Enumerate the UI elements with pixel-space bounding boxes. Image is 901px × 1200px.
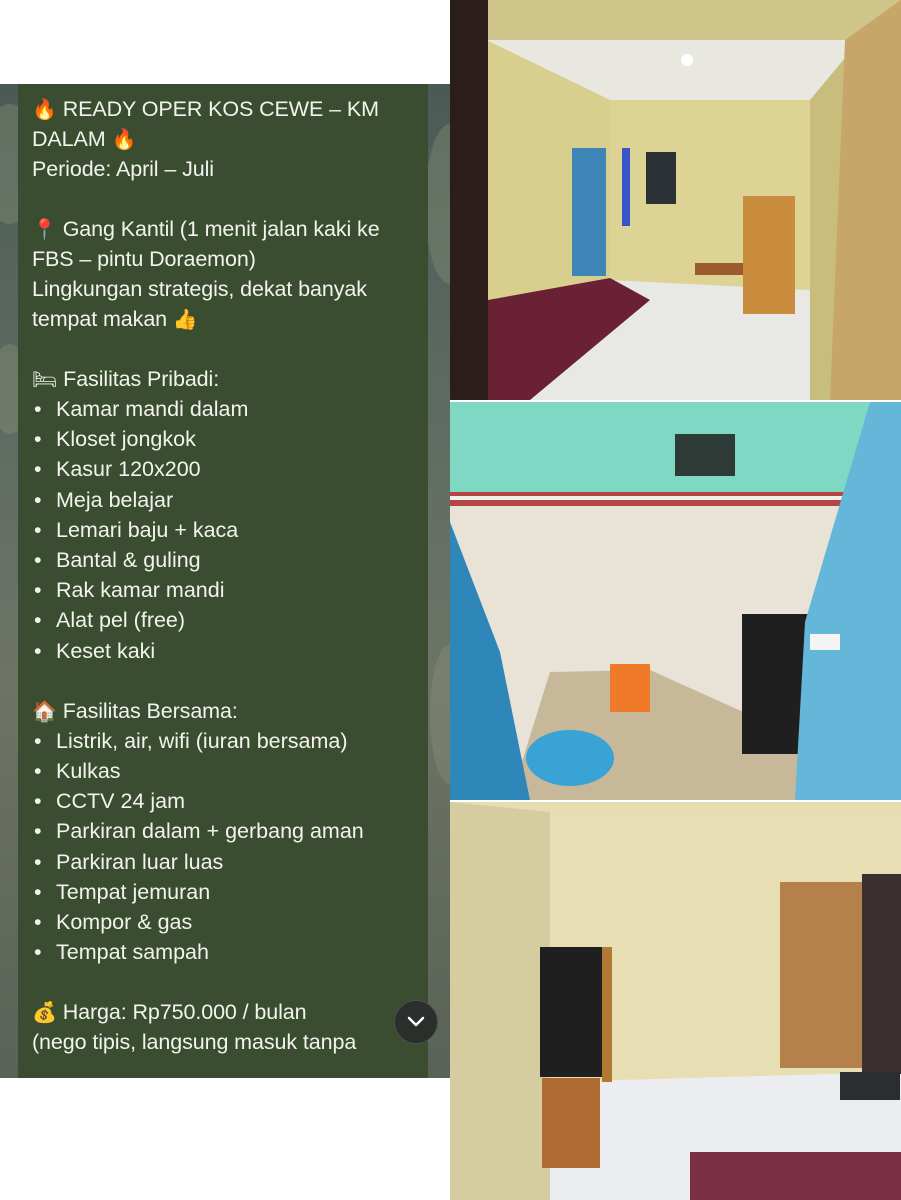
shared-facility-item: • CCTV 24 jam (32, 786, 414, 816)
shared-facilities-list: • Listrik, air, wifi (iuran bersama) • Kulk… (32, 726, 414, 968)
bullet: • (34, 910, 42, 935)
period-text: Periode: April – Juli (32, 157, 214, 181)
shared-facilities-heading: 🏠 Fasilitas Bersama: (32, 698, 238, 723)
shared-facility-item: • Parkiran luar luas (32, 847, 414, 877)
bullet: • (34, 638, 42, 663)
room-photo (450, 802, 901, 1200)
private-facility-item: • Bantal & guling (32, 545, 414, 575)
bed-icon: 🛏 (32, 367, 58, 391)
private-facility-item: • Alat pel (free) (32, 605, 414, 635)
shared-facility-item: • Tempat jemuran (32, 877, 414, 907)
shared-facility-item: • Kompor & gas (32, 907, 414, 937)
scroll-down-button[interactable] (394, 1000, 438, 1044)
bullet: • (34, 759, 42, 784)
price-text: 💰 Harga: Rp750.000 / bulan (32, 1000, 307, 1025)
shared-facility-item: • Parkiran dalam + gerbang aman (32, 816, 414, 846)
bullet: • (34, 789, 42, 814)
thumbs-up-icon: 👍 (172, 307, 198, 331)
private-facility-item: • Meja belajar (32, 485, 414, 515)
private-facility-item: • Lemari baju + kaca (32, 515, 414, 545)
bedroom-photo (450, 0, 901, 400)
private-facility-item: • Keset kaki (32, 636, 414, 666)
message-bubble: 🔥 READY OPER KOS CEWE – KM DALAM 🔥 Perio… (18, 84, 428, 1078)
private-facilities-heading: 🛏 Fasilitas Pribadi: (32, 367, 220, 391)
bullet: • (34, 728, 42, 753)
house-icon: 🏠 (32, 698, 57, 723)
bullet: • (34, 457, 42, 482)
private-facility-item: • Kamar mandi dalam (32, 394, 414, 424)
shared-facility-item: • Tempat sampah (32, 937, 414, 967)
fire-icon: 🔥 (32, 97, 57, 121)
money-bag-icon: 💰 (32, 1000, 57, 1025)
chevron-down-icon (407, 1016, 425, 1027)
bullet: • (34, 849, 42, 874)
bullet: • (34, 819, 42, 844)
bullet: • (34, 940, 42, 965)
chat-screenshot: 🔥 READY OPER KOS CEWE – KM DALAM 🔥 Perio… (0, 0, 450, 1200)
bullet: • (34, 427, 42, 452)
bullet: • (34, 578, 42, 603)
shared-facility-item: • Kulkas (32, 756, 414, 786)
shared-facility-item: • Listrik, air, wifi (iuran bersama) (32, 726, 414, 756)
private-facility-item: • Rak kamar mandi (32, 575, 414, 605)
location-text: 📍 Gang Kantil (1 menit jalan kaki ke (32, 217, 380, 241)
bullet: • (34, 879, 42, 904)
bullet: • (34, 548, 42, 573)
bullet: • (34, 487, 42, 512)
private-facilities-list: • Kamar mandi dalam • Kloset jongkok • Kasur … (32, 394, 414, 666)
bullet: • (34, 517, 42, 542)
price-note: (nego tipis, langsung masuk tanpa (32, 1030, 357, 1055)
post-title: 🔥 READY OPER KOS CEWE – KM (32, 97, 379, 121)
private-facility-item: • Kloset jongkok (32, 424, 414, 454)
bathroom-photo (450, 402, 901, 800)
bullet: • (34, 608, 42, 633)
pin-icon: 📍 (32, 217, 57, 241)
private-facility-item: • Kasur 120x200 (32, 454, 414, 484)
fire-icon: 🔥 (111, 127, 137, 151)
bullet: • (34, 397, 42, 421)
